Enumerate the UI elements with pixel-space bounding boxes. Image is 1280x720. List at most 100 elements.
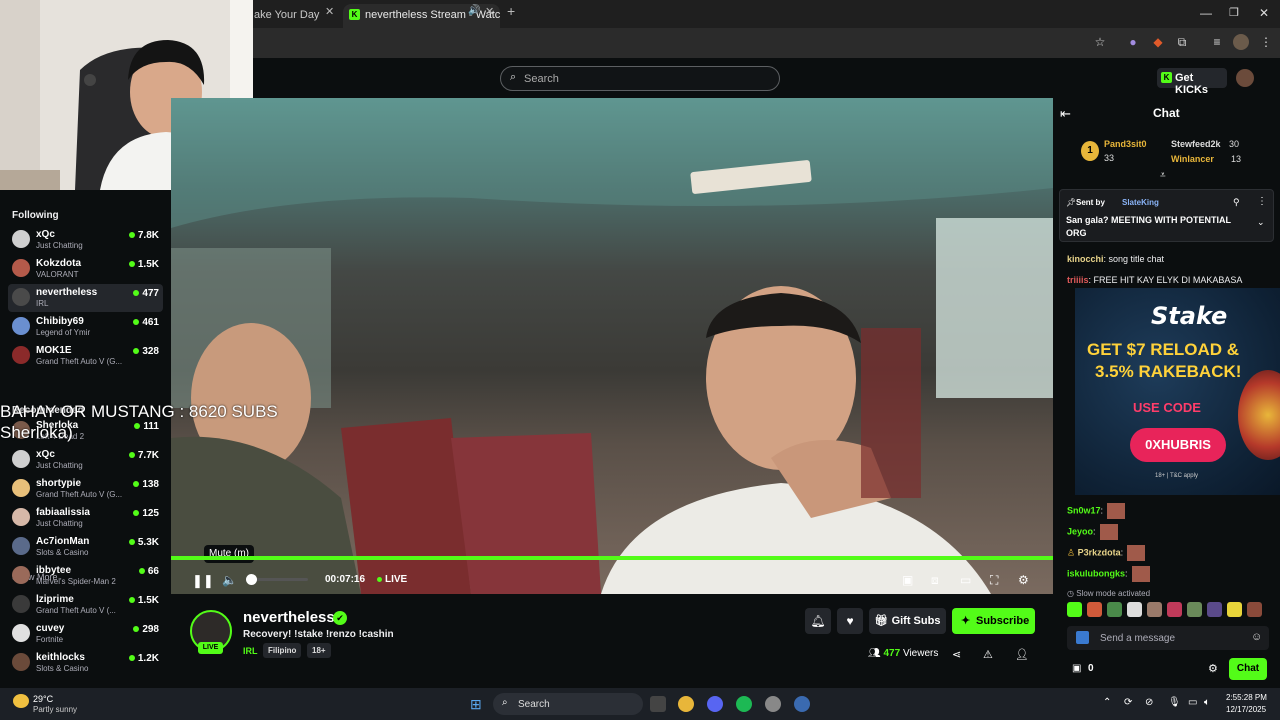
sidebar-channel[interactable]: ibbytee Marvel's Spider-Man 2 66	[8, 562, 163, 590]
pinned-message[interactable]: 📌︎ Sent by SlateKing ⚲ ⋮ San gala? MEETI…	[1059, 189, 1274, 242]
sidebar-channel[interactable]: MOK1E Grand Theft Auto V (G... 328	[8, 342, 163, 370]
chest-icon[interactable]: ▣	[1072, 663, 1081, 674]
expand-leaderboard-icon[interactable]: ⩡	[1160, 170, 1166, 181]
sidebar-channel[interactable]: keithlocks Slots & Casino 1.2K	[8, 649, 163, 677]
report-icon[interactable]: ⚠	[983, 648, 993, 661]
progress-bar[interactable]	[171, 556, 1053, 560]
menu-kebab-icon[interactable]: ⋮	[1258, 34, 1274, 50]
emote-icon[interactable]	[1147, 602, 1162, 617]
follow-heart-icon[interactable]: ♥	[837, 608, 863, 634]
chat-settings-icon[interactable]: ⚙	[1208, 662, 1218, 675]
leaderboard-name[interactable]: Winlancer	[1171, 154, 1214, 164]
chat-username[interactable]: kinocchi	[1067, 254, 1104, 264]
sidebar-channel[interactable]: Chibiby69 Legend of Ymir 461	[8, 313, 163, 341]
microphone-icon[interactable]: 🎙︎	[1168, 697, 1181, 708]
pin-icon[interactable]: ⚲	[1233, 197, 1240, 208]
close-window-icon[interactable]: ✕	[1259, 6, 1269, 20]
sidebar-channel[interactable]: Kokzdota VALORANT 1.5K	[8, 255, 163, 283]
tray-app-icon[interactable]: ⟳	[1124, 697, 1132, 708]
minimize-icon[interactable]: —	[1200, 6, 1212, 20]
emote-icon[interactable]	[1107, 602, 1122, 617]
extension-icon[interactable]: ◆	[1150, 34, 1166, 50]
emote-icon[interactable]	[1127, 602, 1142, 617]
app-icon[interactable]	[765, 696, 781, 712]
sidebar-channel[interactable]: lziprime Grand Theft Auto V (... 1.5K	[8, 591, 163, 619]
user-add-icon[interactable]: 👤︎	[1015, 648, 1029, 661]
restore-icon[interactable]: ❐	[1229, 6, 1239, 19]
chat-username[interactable]: P3rkzdota	[1078, 547, 1121, 557]
close-tab-icon[interactable]: ✕	[325, 5, 334, 18]
emote-icon[interactable]	[1247, 602, 1262, 617]
clock-date[interactable]: 12/17/2025	[1226, 705, 1266, 714]
clock-time[interactable]: 2:55:28 PM	[1226, 693, 1267, 702]
sidebar-channel[interactable]: nevertheless IRL 477	[8, 284, 163, 312]
get-kicks-button[interactable]: K Get KICKs	[1157, 68, 1227, 96]
close-tab-icon[interactable]: ✕	[485, 5, 494, 18]
chat-username[interactable]: Jeyoo	[1067, 526, 1093, 536]
leaderboard-name[interactable]: Stewfeed2k	[1171, 139, 1221, 149]
weather-temp[interactable]: 29°C	[33, 694, 53, 704]
chrome-icon[interactable]	[678, 696, 694, 712]
tray-chevron-icon[interactable]: ⌃	[1103, 697, 1111, 708]
chat-username[interactable]: triiiis	[1067, 275, 1089, 285]
tag-language[interactable]: Filipino	[263, 643, 302, 658]
send-chat-button[interactable]: Chat	[1229, 658, 1267, 680]
emote-icon[interactable]	[1187, 602, 1202, 617]
subscribe-button[interactable]: ✦ Subscribe	[952, 608, 1035, 634]
share-icon[interactable]: ⋖	[952, 648, 961, 661]
search-input[interactable]: ⌕ Search	[500, 66, 780, 91]
video-player[interactable]	[171, 98, 1053, 594]
ad-code[interactable]: 0XHUBRIS	[1130, 428, 1226, 462]
emoji-picker-icon[interactable]: ☺	[1251, 631, 1262, 643]
chevron-down-icon[interactable]: ⌄	[1257, 217, 1265, 228]
profile-avatar-icon[interactable]	[1233, 34, 1249, 50]
clip-icon[interactable]: ⧈	[931, 573, 939, 588]
sidebar-channel[interactable]: xQc Just Chatting 7.7K	[8, 446, 163, 474]
volume-knob[interactable]	[246, 574, 257, 585]
volume-slider[interactable]	[246, 574, 308, 585]
more-options-icon[interactable]: ⋮	[1257, 196, 1267, 207]
new-tab-icon[interactable]: +	[507, 3, 515, 19]
windows-start-icon[interactable]: ⊞	[470, 696, 482, 713]
tag-age[interactable]: 18+	[307, 643, 331, 658]
star-icon[interactable]: ☆	[1092, 34, 1108, 50]
emote-icon[interactable]	[1087, 602, 1102, 617]
user-avatar[interactable]	[1236, 69, 1254, 87]
stake-ad[interactable]: Stake GET $7 RELOAD & 3.5% RAKEBACK! USE…	[1075, 288, 1280, 495]
volume-icon[interactable]: 🔈	[222, 573, 237, 587]
stream-category[interactable]: IRL	[243, 646, 258, 656]
streamer-name[interactable]: nevertheless	[243, 609, 335, 626]
chat-username[interactable]: iskulubongks	[1067, 568, 1125, 578]
pinned-sender[interactable]: SlateKing	[1122, 198, 1159, 207]
emote-icon[interactable]	[1167, 602, 1182, 617]
miniplayer-icon[interactable]: ▣	[902, 573, 913, 587]
emote-icon[interactable]	[1067, 602, 1082, 617]
collapse-chat-icon[interactable]: ⇤	[1060, 106, 1071, 122]
leaderboard-name[interactable]: Pand3sit0	[1104, 139, 1147, 149]
notification-bell-icon[interactable]: 🔔︎	[805, 608, 831, 634]
theater-mode-icon[interactable]: ▭	[960, 573, 971, 587]
chat-username[interactable]: Sn0w17	[1067, 505, 1101, 515]
extensions-puzzle-icon[interactable]: ⧉	[1174, 34, 1190, 50]
taskbar-search[interactable]: ⌕ Search	[493, 693, 643, 715]
sidebar-channel[interactable]: xQc Just Chatting 7.8K	[8, 226, 163, 254]
sidebar-channel[interactable]: fabiaalissia Just Chatting 125	[8, 504, 163, 532]
pause-icon[interactable]: ❚❚	[192, 573, 214, 589]
emote-icon[interactable]	[1227, 602, 1242, 617]
network-icon[interactable]: ▭	[1188, 697, 1197, 708]
discord-icon[interactable]	[707, 696, 723, 712]
sidebar-channel[interactable]: cuvey Fortnite 298	[8, 620, 163, 648]
emote-icon[interactable]	[1207, 602, 1222, 617]
chat-input[interactable]: Send a message ☺	[1067, 626, 1269, 650]
fullscreen-icon[interactable]: ⛶	[990, 573, 998, 588]
task-view-icon[interactable]	[650, 696, 666, 712]
tray-app-icon[interactable]: ⊘	[1145, 697, 1153, 708]
spotify-icon[interactable]	[736, 696, 752, 712]
gift-subs-button[interactable]: 🎁︎ Gift Subs	[869, 608, 946, 634]
settings-gear-icon[interactable]: ⚙	[1018, 573, 1029, 587]
sidebar-channel[interactable]: shortypie Grand Theft Auto V (G... 138	[8, 475, 163, 503]
app-icon[interactable]	[794, 696, 810, 712]
extension-icon[interactable]: ●	[1125, 34, 1141, 50]
reading-list-icon[interactable]: ≡	[1209, 34, 1225, 50]
sidebar-channel[interactable]: Ac7ionMan Slots & Casino 5.3K	[8, 533, 163, 561]
